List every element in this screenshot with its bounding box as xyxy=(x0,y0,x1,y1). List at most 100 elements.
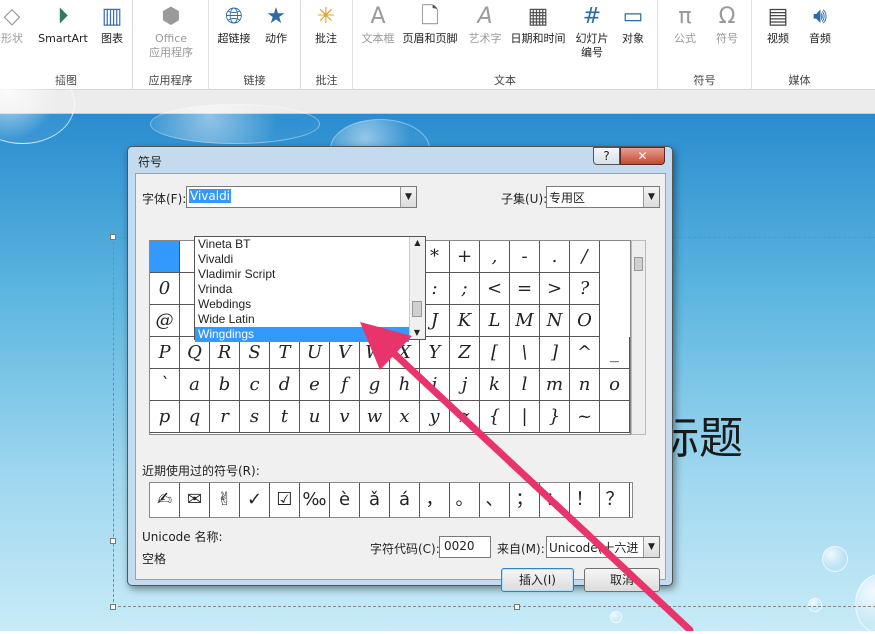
symbol-cell[interactable]: ~ xyxy=(570,401,600,433)
symbol-cell[interactable]: , xyxy=(480,241,510,273)
resize-handle[interactable] xyxy=(110,538,116,544)
symbol-cell[interactable]: K xyxy=(450,305,480,337)
symbol-cell[interactable]: w xyxy=(360,401,390,433)
font-list-item[interactable]: Vineta BT xyxy=(195,237,409,252)
symbol-cell[interactable]: u xyxy=(300,401,330,433)
symbol-cell[interactable]: M xyxy=(510,305,540,337)
symbol-cell[interactable]: } xyxy=(540,401,570,433)
symbol-cell-selected[interactable] xyxy=(150,241,180,273)
char-code-input[interactable]: 0020 xyxy=(439,536,491,558)
wordart-button[interactable]: A 艺术字 xyxy=(465,2,505,46)
font-dropdown-list[interactable]: Vineta BT Vivaldi Vladimir Script Vrinda Web… xyxy=(194,236,426,342)
symbol-cell[interactable]: y xyxy=(420,401,450,433)
font-list-item[interactable]: Vivaldi xyxy=(195,252,409,267)
font-combo[interactable]: Vivaldi ▼ xyxy=(186,186,417,208)
symbol-cell[interactable]: | xyxy=(510,401,540,433)
symbol-cell[interactable]: 0 xyxy=(150,273,180,305)
comment-button[interactable]: ✳ 批注 xyxy=(309,2,343,46)
datetime-button[interactable]: ▦ 日期和时间 xyxy=(507,2,569,46)
font-list-item[interactable]: Vladimir Script xyxy=(195,267,409,282)
symbol-cell[interactable]: N xyxy=(540,305,570,337)
scroll-thumb[interactable] xyxy=(412,301,422,317)
font-list-item[interactable]: Webdings xyxy=(195,297,409,312)
recent-symbol-cell[interactable]: 。 xyxy=(450,483,480,517)
symbol-cell[interactable]: ; xyxy=(450,273,480,305)
recent-symbol-cell[interactable]: ！ xyxy=(570,483,600,517)
symbol-cell[interactable]: d xyxy=(270,369,300,401)
recent-symbol-cell[interactable]: ✌ xyxy=(210,483,240,517)
symbol-cell[interactable]: @ xyxy=(150,305,180,337)
symbol-cell[interactable]: f xyxy=(330,369,360,401)
symbol-cell[interactable]: s xyxy=(240,401,270,433)
symbol-cell[interactable]: L xyxy=(480,305,510,337)
symbol-cell[interactable]: m xyxy=(540,369,570,401)
symbol-cell[interactable]: . xyxy=(540,241,570,273)
smartart-button[interactable]: ⏵ SmartArt xyxy=(36,2,90,46)
symbol-cell[interactable]: ] xyxy=(540,337,570,369)
recent-symbol-cell[interactable]: á xyxy=(390,483,420,517)
symbol-cell[interactable]: h xyxy=(390,369,420,401)
symbol-cell[interactable]: t xyxy=(270,401,300,433)
object-button[interactable]: ▭ 对象 xyxy=(615,2,651,46)
equation-button[interactable]: π 公式 xyxy=(666,2,704,46)
chevron-down-icon[interactable]: ▼ xyxy=(643,537,659,557)
symbol-cell[interactable]: O xyxy=(570,305,600,337)
symbol-cell[interactable]: p xyxy=(150,401,180,433)
symbol-cell[interactable]: ? xyxy=(570,273,600,305)
resize-handle[interactable] xyxy=(110,604,116,610)
symbol-cell[interactable]: q xyxy=(180,401,210,433)
video-button[interactable]: ▤ 视频 xyxy=(760,2,796,46)
chevron-down-icon[interactable]: ▼ xyxy=(643,187,659,207)
recent-symbol-cell[interactable]: ✉ xyxy=(180,483,210,517)
chart-button[interactable]: ▥ 图表 xyxy=(96,2,128,46)
symbol-cell[interactable]: g xyxy=(360,369,390,401)
help-button[interactable]: ? xyxy=(593,147,620,165)
symbol-cell[interactable]: > xyxy=(540,273,570,305)
symbol-cell[interactable]: - xyxy=(510,241,540,273)
symbol-cell[interactable]: b xyxy=(210,369,240,401)
symbol-cell[interactable]: / xyxy=(570,241,600,273)
font-list-item[interactable]: Wingdings xyxy=(195,327,409,342)
symbol-cell[interactable]: j xyxy=(450,369,480,401)
audio-button[interactable]: 🔊︎ 音频 xyxy=(802,2,838,46)
symbol-cell[interactable]: v xyxy=(330,401,360,433)
font-list-item[interactable]: Wide Latin xyxy=(195,312,409,327)
symbol-cell[interactable]: Y xyxy=(420,337,450,369)
symbol-cell[interactable]: k xyxy=(480,369,510,401)
symbol-cell[interactable]: a xyxy=(180,369,210,401)
resize-handle[interactable] xyxy=(110,234,116,240)
recent-symbols-grid[interactable]: ✍ ✉ ✌ ✓ ☑ ‰ è ǎ á，。、；：！？ xyxy=(149,482,633,518)
cancel-button[interactable]: 取消 xyxy=(584,568,660,592)
subset-combo[interactable]: 专用区 ▼ xyxy=(546,186,660,208)
resize-handle[interactable] xyxy=(514,604,520,610)
symbol-cell[interactable]: n xyxy=(570,369,600,401)
symbol-grid-scrollbar[interactable] xyxy=(631,240,646,435)
slide-number-button[interactable]: # 幻灯片编号 xyxy=(571,2,613,60)
recent-symbol-cell[interactable]: ‰ xyxy=(300,483,330,517)
recent-symbol-cell[interactable]: ✍ xyxy=(150,483,180,517)
recent-symbol-cell[interactable]: è xyxy=(330,483,360,517)
symbol-cell[interactable]: = xyxy=(510,273,540,305)
symbol-cell[interactable]: + xyxy=(450,241,480,273)
symbol-cell[interactable]: \ xyxy=(510,337,540,369)
close-button[interactable]: ✕ xyxy=(620,147,665,165)
recent-symbol-cell[interactable]: ？ xyxy=(600,483,630,517)
header-footer-button[interactable]: 🗋 页眉和页脚 xyxy=(399,2,461,46)
scroll-up-icon[interactable]: ▲ xyxy=(410,237,425,249)
symbol-button[interactable]: Ω 符号 xyxy=(708,2,746,46)
scroll-thumb[interactable] xyxy=(634,257,643,271)
textbox-button[interactable]: A 文本框 xyxy=(359,2,397,46)
symbol-cell[interactable]: ^ xyxy=(570,337,600,369)
symbol-cell[interactable]: r xyxy=(210,401,240,433)
symbol-cell[interactable]: ` xyxy=(150,369,180,401)
symbol-cell[interactable]: l xyxy=(510,369,540,401)
symbol-cell[interactable]: o xyxy=(600,369,630,401)
recent-symbol-cell[interactable]: ； xyxy=(510,483,540,517)
symbol-cell[interactable]: e xyxy=(300,369,330,401)
dropdown-scrollbar[interactable]: ▲ ▼ xyxy=(409,237,425,339)
recent-symbol-cell[interactable]: ǎ xyxy=(360,483,390,517)
recent-symbol-cell[interactable]: ☑ xyxy=(270,483,300,517)
symbol-cell[interactable]: _ xyxy=(600,337,630,369)
symbol-cell[interactable] xyxy=(600,401,630,433)
hyperlink-button[interactable]: 🌐︎ 超链接 xyxy=(215,2,253,46)
